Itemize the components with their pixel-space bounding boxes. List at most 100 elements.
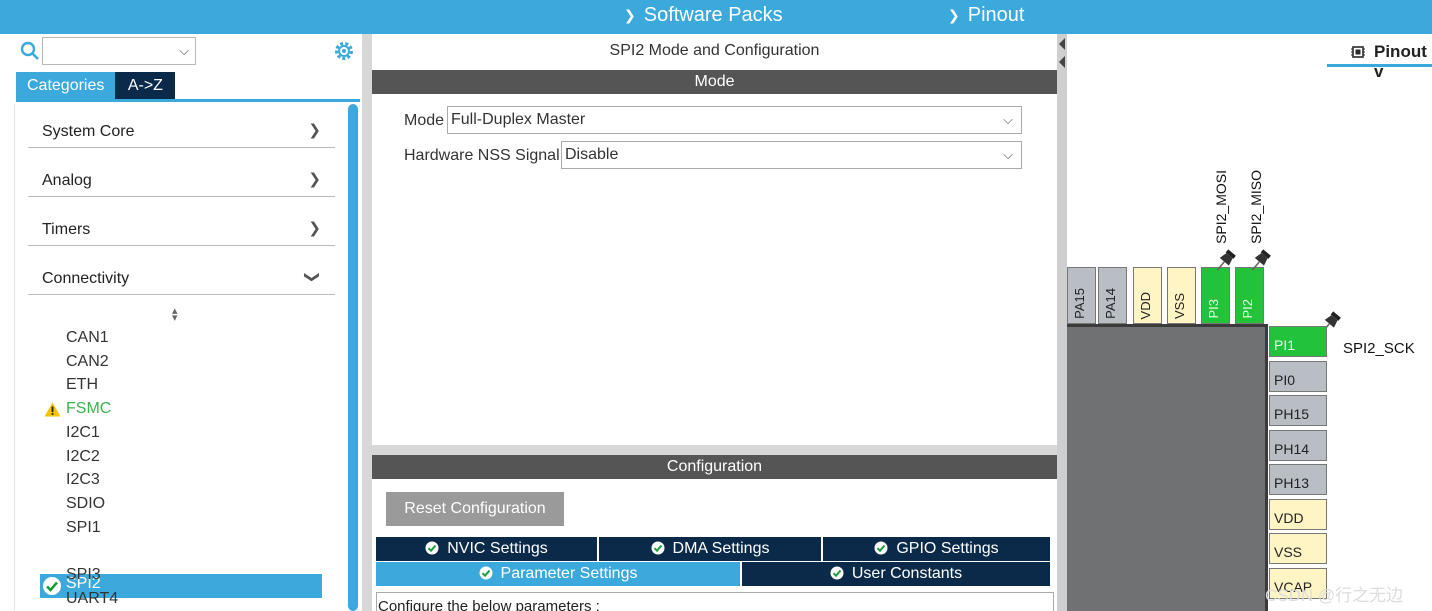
tab-label: GPIO Settings	[896, 540, 999, 557]
pin-label: PA14	[1103, 288, 1118, 319]
pin-ph15[interactable]: PH15	[1269, 395, 1327, 426]
check-circle-icon	[479, 566, 493, 580]
category-system-core[interactable]: System Core ❯	[28, 104, 335, 148]
tab-underline	[16, 99, 360, 102]
pin-label: PI3	[1206, 299, 1221, 319]
tab-a-z[interactable]: A->Z	[115, 72, 176, 99]
watermark: CSDN @行之无边	[1265, 586, 1404, 605]
pin-label: VDD	[1274, 510, 1304, 526]
chevron-down-icon: ❯	[303, 270, 321, 284]
pin-vdd-side[interactable]: VDD	[1269, 499, 1327, 530]
pin-label: VSS	[1172, 292, 1187, 319]
mode-header: Mode	[372, 70, 1057, 94]
list-item-can2[interactable]: CAN2	[66, 351, 109, 373]
tab-pinout-view[interactable]: Pinout v	[1374, 42, 1432, 82]
search-icon[interactable]	[20, 41, 40, 61]
pin-pi3[interactable]: PI3	[1201, 267, 1230, 324]
check-circle-icon	[43, 577, 61, 595]
nss-select[interactable]: Disable ⌵	[561, 141, 1022, 169]
pin-label: PA15	[1072, 288, 1087, 319]
mode-label: Mode	[404, 112, 445, 129]
category-list: System Core ❯ Analog ❯ Timers ❯ Connecti…	[14, 104, 350, 611]
pin-label: VSS	[1274, 544, 1303, 560]
check-circle-icon	[651, 541, 665, 555]
mode-value: Full-Duplex Master	[451, 111, 586, 128]
check-circle-icon	[425, 541, 439, 555]
warning-icon	[44, 402, 61, 417]
tab-gpio-settings[interactable]: GPIO Settings	[823, 537, 1050, 561]
mode-section: SPI2 Mode and Configuration Mode Mode Fu…	[372, 34, 1057, 445]
configuration-header: Configuration	[372, 455, 1057, 479]
signal-spi2-miso: SPI2_MISO	[1248, 170, 1264, 244]
category-timers[interactable]: Timers ❯	[28, 202, 335, 246]
pin-pa15[interactable]: PA15	[1067, 267, 1096, 324]
list-item-i2c1[interactable]: I2C1	[66, 422, 100, 444]
pin-label: PI1	[1274, 337, 1296, 353]
tab-label: NVIC Settings	[447, 540, 548, 557]
pin-vss-top[interactable]: VSS	[1167, 267, 1196, 324]
list-item-eth[interactable]: ETH	[66, 374, 98, 396]
pin-pa14[interactable]: PA14	[1098, 267, 1127, 324]
reset-configuration-button[interactable]: Reset Configuration	[386, 492, 564, 526]
configuration-section: Configuration Reset Configuration NVIC S…	[372, 455, 1057, 611]
list-item-i2c2[interactable]: I2C2	[66, 446, 100, 468]
mode-select[interactable]: Full-Duplex Master ⌵	[447, 106, 1022, 134]
pinout-menu[interactable]: ❯ Pinout	[948, 4, 1024, 27]
pin-pi0[interactable]: PI0	[1269, 361, 1327, 392]
check-circle-icon	[830, 566, 844, 580]
category-analog[interactable]: Analog ❯	[28, 153, 335, 197]
tab-categories[interactable]: Categories	[16, 72, 116, 99]
pin-label: PH13	[1274, 475, 1310, 491]
tab-nvic-settings[interactable]: NVIC Settings	[376, 537, 597, 561]
pin-label: PH15	[1274, 406, 1310, 422]
signal-spi2-sck: SPI2_SCK	[1343, 340, 1415, 357]
list-item-uart4[interactable]: UART4	[66, 588, 118, 610]
pushpin-icon	[1251, 249, 1271, 271]
mode-config-panel: SPI2 Mode and Configuration Mode Mode Fu…	[362, 34, 1066, 611]
chevron-down-icon: ❯	[948, 7, 960, 23]
tab-parameter-settings[interactable]: Parameter Settings	[376, 562, 740, 586]
vertical-scrollbar[interactable]	[348, 104, 358, 611]
tab-label: Parameter Settings	[500, 565, 638, 582]
panel-splitter[interactable]	[1057, 34, 1067, 611]
pin-vss-side[interactable]: VSS	[1269, 533, 1327, 564]
chevron-down-icon: ⌵	[1003, 112, 1013, 127]
collapse-left-icon[interactable]	[1059, 38, 1065, 50]
chevron-down-icon: ❯	[624, 7, 636, 23]
gear-icon[interactable]	[332, 39, 356, 63]
collapse-left-icon[interactable]	[1059, 56, 1065, 68]
chip-icon	[1351, 46, 1365, 58]
list-item-spi3[interactable]: SPI3	[66, 564, 101, 586]
chip-body	[1067, 324, 1268, 611]
signal-spi2-mosi: SPI2_MOSI	[1213, 170, 1229, 244]
tab-label: User Constants	[851, 565, 963, 582]
software-packs-menu[interactable]: ❯ Software Packs	[624, 4, 783, 27]
nss-value: Disable	[565, 146, 619, 163]
pin-label: PI0	[1274, 372, 1296, 388]
list-item-spi1[interactable]: SPI1	[66, 517, 101, 539]
pinout-menu-label: Pinout	[967, 4, 1025, 26]
pinout-panel: Pinout v PA15 PA14 VDD VSS PI3 PI2 SPI2_…	[1067, 34, 1432, 611]
search-combo[interactable]: ⌵	[42, 37, 196, 65]
pin-label: VDD	[1138, 291, 1153, 319]
category-label: System Core	[42, 123, 135, 140]
pin-pi2[interactable]: PI2	[1235, 267, 1264, 324]
category-connectivity[interactable]: Connectivity ❯	[28, 251, 335, 295]
pin-vdd-top[interactable]: VDD	[1133, 267, 1162, 324]
sort-arrows-icon[interactable]: ▴ ▾	[172, 306, 178, 324]
pin-pi1[interactable]: PI1	[1269, 326, 1327, 357]
list-item-fsmc[interactable]: FSMC	[66, 398, 111, 420]
pin-ph13[interactable]: PH13	[1269, 464, 1327, 495]
tab-dma-settings[interactable]: DMA Settings	[599, 537, 821, 561]
list-item-can1[interactable]: CAN1	[66, 327, 109, 349]
category-label: Timers	[42, 221, 91, 238]
parameters-panel: Configure the below parameters :	[376, 592, 1054, 611]
pin-label: PH14	[1274, 441, 1310, 457]
chevron-down-icon[interactable]: ⌵	[179, 43, 189, 59]
list-item-i2c3[interactable]: I2C3	[66, 469, 100, 491]
tab-underline	[1327, 64, 1432, 67]
tab-user-constants[interactable]: User Constants	[742, 562, 1050, 586]
pin-ph14[interactable]: PH14	[1269, 430, 1327, 461]
nss-label: Hardware NSS Signal	[404, 147, 560, 164]
list-item-sdio[interactable]: SDIO	[66, 493, 105, 515]
